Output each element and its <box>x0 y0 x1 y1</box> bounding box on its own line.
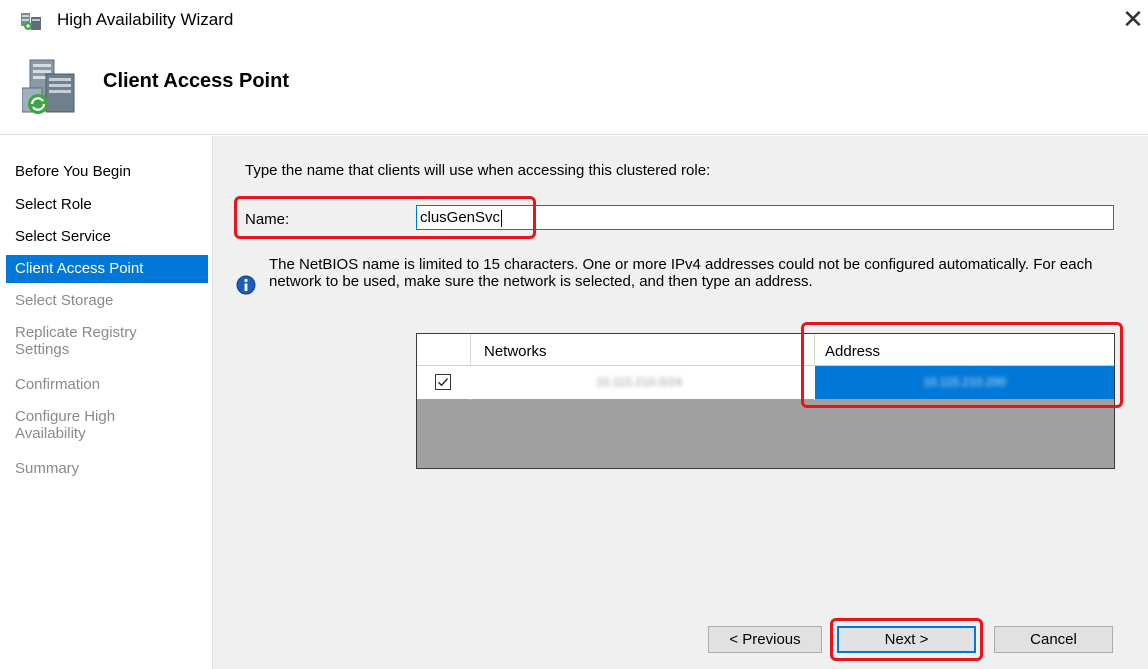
nav-step-select-role[interactable]: Select Role <box>6 196 208 213</box>
nav-step-confirmation: Confirmation <box>15 376 101 393</box>
wizard-header-icon <box>22 59 75 114</box>
header-divider <box>0 134 1148 135</box>
nav-step-before-you-begin[interactable]: Before You Begin <box>6 163 208 180</box>
highlight-name-field <box>234 196 536 239</box>
next-button[interactable]: Next > <box>837 626 976 653</box>
info-message: The NetBIOS name is limited to 15 charac… <box>269 256 1093 290</box>
nav-step-select-service[interactable]: Select Service <box>6 228 208 245</box>
network-cell: 10.115.210.0/24 <box>596 375 682 389</box>
wizard-steps-nav <box>0 136 212 669</box>
cancel-button[interactable]: Cancel <box>994 626 1113 653</box>
previous-button[interactable]: < Previous <box>708 626 822 653</box>
checkmark-icon <box>438 378 449 387</box>
column-header-networks: Networks <box>484 343 547 360</box>
info-icon <box>236 275 256 295</box>
title-bar: High Availability Wizard ✕ <box>0 0 1148 42</box>
instruction-text: Type the name that clients will use when… <box>245 162 711 179</box>
network-checkbox[interactable] <box>435 374 451 390</box>
nav-step-configure-high-availability: Configure High Availability <box>15 408 116 442</box>
highlight-address-column <box>801 322 1123 408</box>
nav-step-select-storage: Select Storage <box>15 292 114 309</box>
window-title: High Availability Wizard <box>57 10 234 29</box>
nav-step-client-access-point[interactable]: Client Access Point <box>6 255 208 283</box>
page-title: Client Access Point <box>103 70 289 92</box>
nav-step-summary: Summary <box>15 460 80 477</box>
nav-step-replicate-registry: Replicate Registry Settings <box>15 324 137 358</box>
close-button[interactable]: ✕ <box>1118 4 1148 34</box>
cluster-app-icon <box>21 13 41 30</box>
